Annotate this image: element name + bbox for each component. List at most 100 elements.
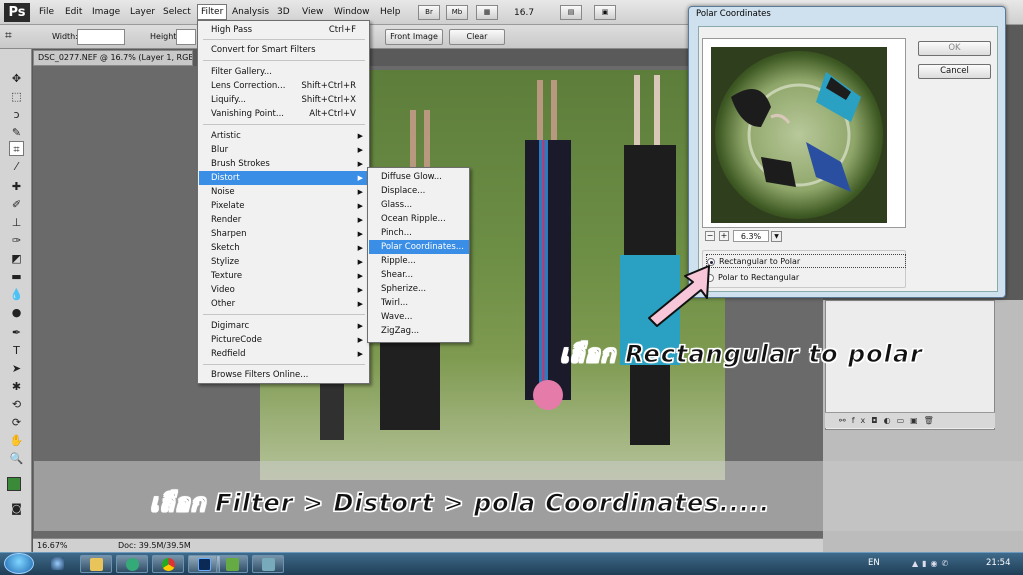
grid-icon[interactable]: ▦ bbox=[476, 5, 498, 20]
taskbar-app-icon[interactable] bbox=[216, 555, 248, 573]
eyedropper-icon[interactable]: ⁄ bbox=[9, 159, 24, 174]
radio-rectangular-to-polar[interactable]: Rectangular to Polar bbox=[706, 254, 906, 268]
eraser-icon[interactable]: ◩ bbox=[9, 251, 24, 266]
submenu-item-displace[interactable]: Displace... bbox=[369, 184, 469, 198]
filter-preview[interactable] bbox=[711, 47, 887, 223]
preview-zoom-field[interactable]: 6.3% bbox=[733, 230, 769, 242]
dodge-icon[interactable]: ● bbox=[9, 305, 24, 320]
move-tool-icon[interactable]: ✥ bbox=[9, 71, 24, 86]
hand-icon[interactable]: ✋ bbox=[9, 433, 24, 448]
menu-help[interactable]: Help bbox=[380, 7, 401, 17]
menu-item-texture[interactable]: Texture ▶ bbox=[199, 269, 368, 283]
height-input[interactable] bbox=[176, 29, 196, 45]
menu-layer[interactable]: Layer bbox=[130, 7, 155, 17]
menu-item-sharpen[interactable]: Sharpen ▶ bbox=[199, 227, 368, 241]
menu-file[interactable]: File bbox=[39, 7, 54, 17]
submenu-item-glass[interactable]: Glass... bbox=[369, 198, 469, 212]
submenu-item-ripple[interactable]: Ripple... bbox=[369, 254, 469, 268]
quick-mask-icon[interactable]: ◙ bbox=[9, 501, 24, 516]
start-button[interactable] bbox=[4, 553, 34, 574]
submenu-item-zigzag[interactable]: ZigZag... bbox=[369, 324, 469, 338]
menu-3d[interactable]: 3D bbox=[277, 7, 290, 17]
radio-polar-to-rectangular[interactable]: Polar to Rectangular bbox=[706, 271, 906, 285]
submenu-item-wave[interactable]: Wave... bbox=[369, 310, 469, 324]
front-image-button[interactable]: Front Image bbox=[385, 29, 443, 45]
cancel-button[interactable]: Cancel bbox=[918, 64, 991, 79]
taskbar-media-icon[interactable] bbox=[116, 555, 148, 573]
submenu-item-twirl[interactable]: Twirl... bbox=[369, 296, 469, 310]
history-brush-icon[interactable]: ✑ bbox=[9, 233, 24, 248]
shape-icon[interactable]: ✱ bbox=[9, 379, 24, 394]
system-tray-icons[interactable]: ▲▮◉✆ bbox=[912, 559, 952, 568]
type-icon[interactable]: T bbox=[9, 343, 24, 358]
submenu-item-diffuse-glow[interactable]: Diffuse Glow... bbox=[369, 170, 469, 184]
menu-window[interactable]: Window bbox=[334, 7, 370, 17]
marquee-tool-icon[interactable]: ⬚ bbox=[9, 89, 24, 104]
brush-icon[interactable]: ✐ bbox=[9, 197, 24, 212]
zoom-out-button[interactable]: − bbox=[705, 231, 715, 241]
chevron-down-icon[interactable]: ▼ bbox=[771, 231, 782, 242]
menu-view[interactable]: View bbox=[302, 7, 323, 17]
taskbar-ie-icon[interactable] bbox=[42, 555, 74, 573]
width-input[interactable] bbox=[77, 29, 125, 45]
arrange-icon[interactable]: ▤ bbox=[560, 5, 582, 20]
ok-button[interactable]: OK bbox=[918, 41, 991, 56]
submenu-item-ocean-ripple[interactable]: Ocean Ripple... bbox=[369, 212, 469, 226]
zoom-icon[interactable]: 🔍 bbox=[9, 451, 24, 466]
pen-icon[interactable]: ✒ bbox=[9, 325, 24, 340]
clear-button[interactable]: Clear bbox=[449, 29, 505, 45]
status-zoom[interactable]: 16.67% bbox=[37, 539, 68, 552]
gradient-icon[interactable]: ▬ bbox=[9, 269, 24, 284]
document-tab[interactable]: DSC_0277.NEF @ 16.7% (Layer 1, RGB/8) bbox=[33, 50, 193, 66]
screen-mode-icon[interactable]: ▣ bbox=[594, 5, 616, 20]
taskbar-clock[interactable]: 21:54 bbox=[986, 558, 1011, 568]
path-select-icon[interactable]: ➤ bbox=[9, 361, 24, 376]
menu-item-sketch[interactable]: Sketch ▶ bbox=[199, 241, 368, 255]
zoom-in-button[interactable]: + bbox=[719, 231, 729, 241]
menu-item-vanishing-point[interactable]: Vanishing Point... Alt+Ctrl+V bbox=[199, 107, 368, 121]
menu-item-brush-strokes[interactable]: Brush Strokes ▶ bbox=[199, 157, 368, 171]
clone-stamp-icon[interactable]: ⊥ bbox=[9, 215, 24, 230]
crop-tool-icon[interactable]: ⌗ bbox=[5, 28, 12, 43]
menu-item-redfield[interactable]: Redfield ▶ bbox=[199, 347, 368, 361]
menu-item-video[interactable]: Video ▶ bbox=[199, 283, 368, 297]
zoom-level[interactable]: 16.7 bbox=[514, 8, 534, 18]
menu-select[interactable]: Select bbox=[163, 7, 191, 17]
menu-item-lens-correction[interactable]: Lens Correction... Shift+Ctrl+R bbox=[199, 79, 368, 93]
submenu-item-spherize[interactable]: Spherize... bbox=[369, 282, 469, 296]
menu-item-liquify[interactable]: Liquify... Shift+Ctrl+X bbox=[199, 93, 368, 107]
3d-rotate-icon[interactable]: ⟲ bbox=[9, 397, 24, 412]
lasso-tool-icon[interactable]: ↄ bbox=[9, 107, 24, 122]
submenu-item-shear[interactable]: Shear... bbox=[369, 268, 469, 282]
quick-select-icon[interactable]: ✎ bbox=[9, 125, 24, 140]
layers-panel-actions[interactable]: ⚯fx◘◐▭▣🗑 bbox=[825, 412, 995, 428]
menu-item-convert-smart-filters[interactable]: Convert for Smart Filters bbox=[199, 43, 368, 57]
language-indicator[interactable]: EN bbox=[868, 558, 880, 568]
taskbar-app-icon[interactable] bbox=[252, 555, 284, 573]
menu-item-other[interactable]: Other ▶ bbox=[199, 297, 368, 311]
3d-orbit-icon[interactable]: ⟳ bbox=[9, 415, 24, 430]
submenu-item-polar-coordinates[interactable]: Polar Coordinates... bbox=[369, 240, 469, 254]
menu-item-browse-filters-online[interactable]: Browse Filters Online... bbox=[199, 368, 368, 382]
menu-item-high-pass[interactable]: High Pass Ctrl+F bbox=[199, 23, 368, 37]
menu-item-render[interactable]: Render ▶ bbox=[199, 213, 368, 227]
bridge-button[interactable]: Br bbox=[418, 5, 440, 20]
menu-item-pixelate[interactable]: Pixelate ▶ bbox=[199, 199, 368, 213]
menu-item-artistic[interactable]: Artistic ▶ bbox=[199, 129, 368, 143]
foreground-color[interactable] bbox=[7, 477, 21, 491]
menu-item-stylize[interactable]: Stylize ▶ bbox=[199, 255, 368, 269]
blur-icon[interactable]: 💧 bbox=[9, 287, 24, 302]
menu-edit[interactable]: Edit bbox=[65, 7, 82, 17]
menu-item-digimarc[interactable]: Digimarc ▶ bbox=[199, 319, 368, 333]
taskbar-explorer-icon[interactable] bbox=[80, 555, 112, 573]
menu-item-filter-gallery[interactable]: Filter Gallery... bbox=[199, 65, 368, 79]
menu-image[interactable]: Image bbox=[92, 7, 120, 17]
menu-item-blur[interactable]: Blur ▶ bbox=[199, 143, 368, 157]
menu-filter[interactable]: Filter bbox=[197, 4, 228, 20]
menu-item-distort[interactable]: Distort ▶ bbox=[199, 171, 368, 185]
submenu-item-pinch[interactable]: Pinch... bbox=[369, 226, 469, 240]
mini-bridge-button[interactable]: Mb bbox=[446, 5, 468, 20]
crop-icon[interactable]: ⌗ bbox=[9, 141, 24, 156]
taskbar-chrome-icon[interactable] bbox=[152, 555, 184, 573]
menu-item-noise[interactable]: Noise ▶ bbox=[199, 185, 368, 199]
